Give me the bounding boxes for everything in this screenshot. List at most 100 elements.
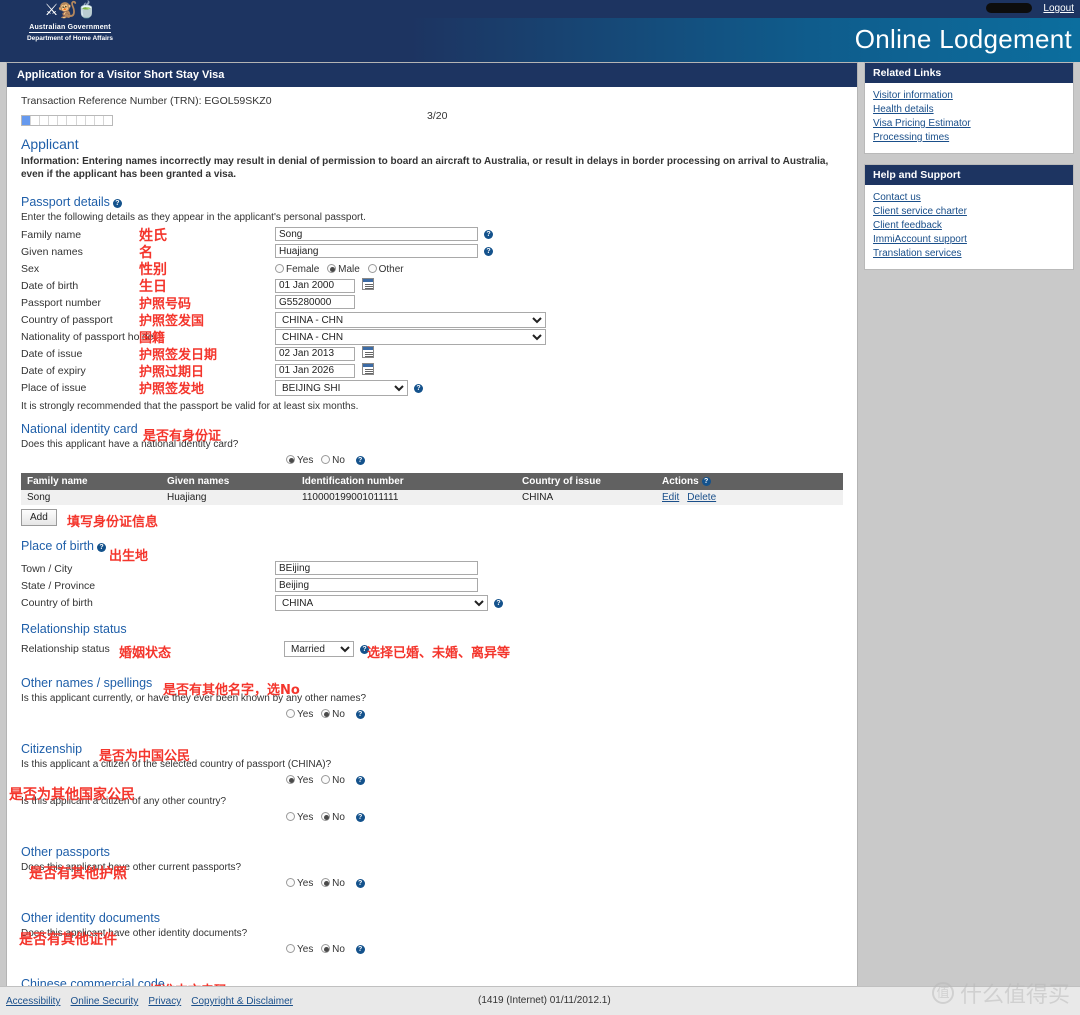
help-link-client-service-charter[interactable]: Client service charter [873,205,1065,219]
national-identity-card-question: Does this applicant have a national iden… [21,439,239,450]
radio-icon[interactable] [286,812,295,821]
radio-icon[interactable] [321,775,331,784]
related-link-visa-pricing-estimator[interactable]: Visa Pricing Estimator [873,117,1065,131]
help-link-contact-us[interactable]: Contact us [873,191,1065,205]
help-icon[interactable]: ? [701,477,711,486]
radio-icon[interactable] [321,709,331,718]
other-identity-documents-radio-group[interactable]: Yes No ? [286,944,365,955]
related-link-processing-times[interactable]: Processing times [873,131,1065,145]
other-docs-option-yes[interactable]: Yes [286,944,313,955]
footer-link-accessibility[interactable]: Accessibility [6,996,60,1007]
country-of-passport-select[interactable]: CHINA - CHN [275,312,546,328]
date-of-birth-input[interactable] [275,278,355,293]
radio-icon[interactable] [321,455,331,464]
help-icon[interactable]: ? [355,456,365,465]
related-link-visitor-information[interactable]: Visitor information [873,89,1065,103]
radio-icon[interactable] [321,812,331,821]
national-identity-card-heading: National identity card [21,422,138,436]
town-city-input[interactable] [275,561,478,575]
radio-icon[interactable] [286,878,295,887]
national-identity-card-table: Family name Given names Identification n… [21,473,843,505]
family-name-input[interactable] [275,227,478,241]
nid-option-yes[interactable]: Yes [286,455,313,466]
help-icon[interactable]: ? [484,246,494,256]
radio-icon[interactable] [321,944,331,953]
relationship-status-label: Relationship status [21,643,110,655]
radio-icon[interactable] [367,264,377,273]
nid-option-no[interactable]: No [321,455,345,466]
citizenship-radio-group-1[interactable]: Yes No ? [286,775,365,786]
help-link-client-feedback[interactable]: Client feedback [873,219,1065,233]
state-province-input[interactable] [275,578,478,592]
national-identity-card-radio-group[interactable]: Yes No ? [286,455,365,466]
other-names-radio-group[interactable]: Yes No ? [286,709,365,720]
other-passports-option-yes[interactable]: Yes [286,878,313,889]
applicant-information-note: Information: Entering names incorrectly … [21,156,829,180]
footer-link-copyright-disclaimer[interactable]: Copyright & Disclaimer [191,996,293,1007]
related-links-panel: Related Links Visitor information Health… [864,62,1074,154]
place-of-issue-select[interactable]: BEIJING SHI [275,380,408,396]
field-row-state-province: State / Province [21,578,843,595]
sex-radio-group[interactable]: Female Male Other [275,264,409,275]
calendar-icon[interactable] [362,346,375,358]
citizenship1-option-yes[interactable]: Yes [286,775,313,786]
help-icon[interactable]: ? [494,598,504,608]
help-icon[interactable]: ? [96,543,106,552]
related-link-health-details[interactable]: Health details [873,103,1065,117]
footer-link-online-security[interactable]: Online Security [71,996,139,1007]
citizenship2-option-yes[interactable]: Yes [286,812,313,823]
citizenship1-option-no[interactable]: No [321,775,345,786]
sex-option-female[interactable]: Female [275,264,319,275]
help-icon[interactable]: ? [112,199,122,208]
radio-icon[interactable] [286,944,295,953]
help-icon[interactable]: ? [355,710,365,719]
help-link-translation-services[interactable]: Translation services [873,247,1065,261]
radio-icon[interactable] [321,878,331,887]
help-icon[interactable]: ? [360,644,370,654]
other-names-option-yes[interactable]: Yes [286,709,313,720]
other-passports-radio-group[interactable]: Yes No ? [286,878,365,889]
other-names-option-no[interactable]: No [321,709,345,720]
citizenship2-option-no[interactable]: No [321,812,345,823]
logout-link[interactable]: Logout [1043,3,1074,14]
other-identity-documents-heading: Other identity documents [21,911,160,925]
radio-icon[interactable] [286,775,295,784]
given-names-input[interactable] [275,244,478,258]
help-link-immiaccount-support[interactable]: ImmiAccount support [873,233,1065,247]
app-title: Online Lodgement [854,24,1072,54]
passport-number-input[interactable] [275,295,355,309]
passport-number-label: Passport number [21,297,101,309]
country-of-birth-select[interactable]: CHINA [275,595,488,611]
nationality-select[interactable]: CHINA - CHN [275,329,546,345]
cell-country-of-issue: CHINA [516,490,656,505]
help-icon[interactable]: ? [484,229,494,239]
sex-option-other[interactable]: Other [367,264,404,275]
other-passports-option-no[interactable]: No [321,878,345,889]
masthead: ⚔🐒🍵 Australian Government Department of … [0,2,1080,62]
help-icon[interactable]: ? [414,383,424,393]
transaction-reference-number: Transaction Reference Number (TRN): EGOL… [21,95,272,107]
add-identity-card-button[interactable]: Add [21,509,57,526]
edit-link[interactable]: Edit [662,492,679,503]
citizenship-radio-group-2[interactable]: Yes No ? [286,812,365,823]
calendar-icon[interactable] [362,363,375,375]
radio-icon[interactable] [327,264,337,273]
field-row-given-names: Given names ? [21,244,843,261]
help-icon[interactable]: ? [355,945,365,954]
delete-link[interactable]: Delete [687,492,716,503]
department-line: Department of Home Affairs [26,35,114,42]
cell-given-names: Huajiang [161,490,296,505]
help-icon[interactable]: ? [355,879,365,888]
calendar-icon[interactable] [362,278,375,290]
radio-icon[interactable] [275,264,284,273]
radio-icon[interactable] [286,709,295,718]
sex-option-male[interactable]: Male [327,264,360,275]
help-icon[interactable]: ? [355,813,365,822]
radio-icon[interactable] [286,455,295,464]
date-of-expiry-input[interactable] [275,363,355,378]
other-docs-option-no[interactable]: No [321,944,345,955]
date-of-issue-input[interactable] [275,346,355,361]
footer-link-privacy[interactable]: Privacy [148,996,181,1007]
relationship-status-select[interactable]: Married [284,641,354,657]
help-icon[interactable]: ? [355,776,365,785]
